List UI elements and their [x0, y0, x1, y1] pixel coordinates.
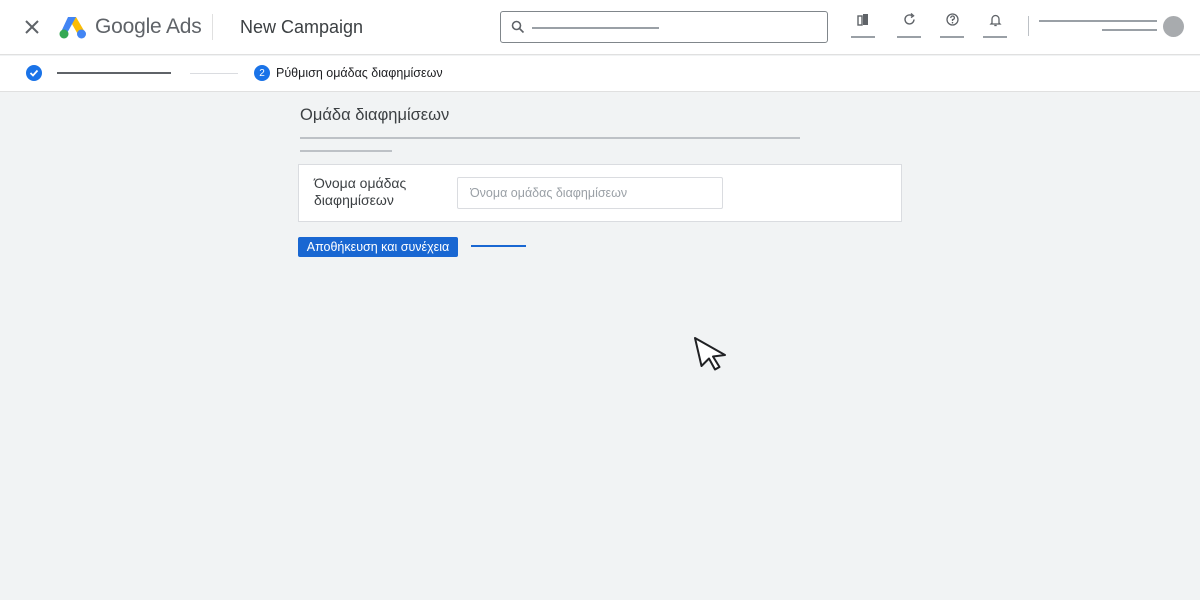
section-description-bar [300, 137, 800, 139]
save-and-continue-button[interactable]: Αποθήκευση και συνέχεια [298, 237, 458, 257]
step-2-number: 2 [254, 65, 270, 81]
brand-name: Google Ads [95, 15, 202, 38]
step-1-check-icon[interactable] [26, 65, 42, 81]
divider [212, 14, 213, 40]
account-name-bar[interactable] [1039, 20, 1157, 22]
top-app-bar: Google Ads New Campaign [0, 0, 1200, 55]
reports-button[interactable] [851, 10, 877, 38]
tool-underline [940, 36, 964, 38]
refresh-icon [904, 12, 915, 25]
page-title: New Campaign [240, 17, 364, 37]
notifications-icon [989, 14, 1002, 27]
ad-group-name-label: Όνομα ομάδας διαφημίσεων [314, 175, 407, 208]
refresh-button[interactable] [897, 10, 923, 38]
step-1-label-bar[interactable] [57, 72, 171, 74]
section-title: Ομάδα διαφημίσεων [300, 106, 450, 124]
mouse-cursor-icon [694, 337, 726, 371]
ad-group-name-card: Όνομα ομάδας διαφημίσεων [298, 164, 902, 222]
tool-underline [983, 36, 1007, 38]
campaign-stepper: 2 Ρύθμιση ομάδας διαφημίσεων [0, 56, 1200, 92]
section-description-bar-short [300, 150, 392, 152]
step-2-label: Ρύθμιση ομάδας διαφημίσεων [276, 66, 443, 80]
avatar[interactable] [1163, 16, 1184, 37]
tool-underline [851, 36, 875, 38]
help-icon [946, 13, 959, 26]
cancel-link[interactable] [471, 245, 526, 247]
search-icon [511, 20, 525, 34]
step-connector [190, 73, 238, 74]
google-ads-logo [59, 17, 86, 39]
close-icon[interactable] [22, 17, 42, 37]
help-button[interactable] [940, 10, 966, 38]
divider [1028, 16, 1029, 36]
tool-underline [897, 36, 921, 38]
ad-group-name-input[interactable] [457, 177, 723, 209]
notifications-button[interactable] [983, 10, 1009, 38]
search-input[interactable] [500, 11, 828, 43]
reports-icon [857, 14, 868, 26]
search-placeholder-bar [532, 27, 659, 29]
account-id-bar[interactable] [1102, 29, 1157, 31]
